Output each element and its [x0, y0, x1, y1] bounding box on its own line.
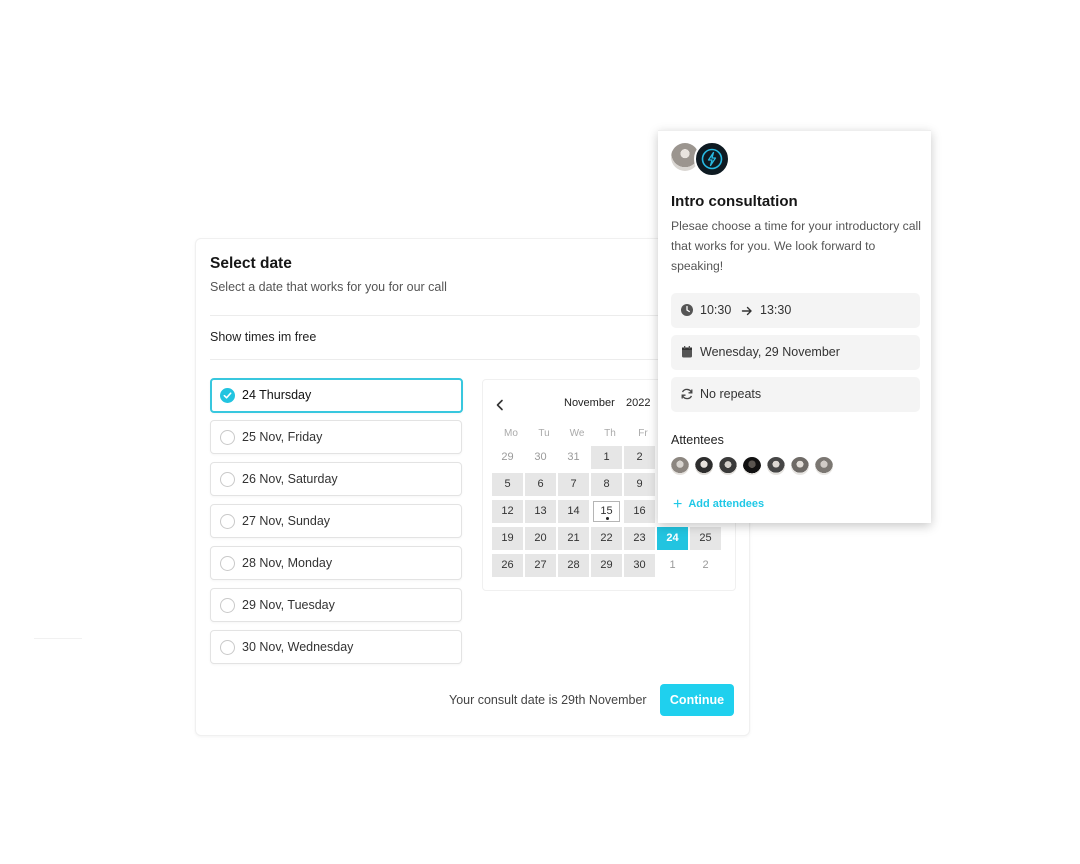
radio-button[interactable] — [220, 430, 235, 445]
calendar-day[interactable]: 30 — [624, 554, 655, 577]
weekday-label: Tu — [538, 428, 550, 439]
chevron-left-icon[interactable] — [493, 398, 507, 412]
calendar-day[interactable]: 22 — [591, 527, 622, 550]
date-option-label: 26 Nov, Saturday — [242, 472, 338, 486]
attendee-avatar[interactable] — [671, 457, 689, 475]
date-option-label: 24 Thursday — [242, 388, 312, 402]
radio-button[interactable] — [220, 556, 235, 571]
date-option-29[interactable]: 29 Nov, Tuesday — [210, 588, 462, 622]
consultation-date: Wenesday, 29 November — [700, 345, 840, 359]
card-subtitle: Select a date that works for you for our… — [210, 280, 447, 294]
calendar-month: November — [564, 397, 615, 409]
calendar-day-today[interactable]: 15 — [593, 501, 620, 522]
calendar-day[interactable]: 1 — [591, 446, 622, 469]
consultation-title: Intro consultation — [671, 193, 798, 210]
add-attendees-label: Add attendees — [688, 498, 765, 510]
time-end: 13:30 — [760, 303, 792, 317]
calendar-day[interactable]: 28 — [558, 554, 589, 577]
radio-button[interactable] — [220, 640, 235, 655]
arrow-right-icon — [741, 304, 753, 322]
date-option-label: 29 Nov, Tuesday — [242, 598, 335, 612]
calendar-day[interactable]: 16 — [624, 500, 655, 523]
date-field[interactable]: Wenesday, 29 November — [671, 335, 920, 370]
calendar-day[interactable]: 19 — [492, 527, 523, 550]
background-divider — [34, 638, 82, 639]
weekday-label: Th — [604, 428, 616, 439]
calendar-day-selected[interactable]: 24 — [657, 527, 688, 550]
check-icon — [220, 388, 235, 403]
attendees-label: Attentees — [671, 433, 724, 447]
calendar-day[interactable]: 5 — [492, 473, 523, 496]
consultation-card: Intro consultation Plesae choose a time … — [658, 130, 931, 523]
calendar-day[interactable]: 20 — [525, 527, 556, 550]
attendee-avatar[interactable] — [695, 457, 713, 475]
date-option-label: 27 Nov, Sunday — [242, 514, 331, 528]
date-option-label: 28 Nov, Monday — [242, 556, 333, 570]
calendar-day[interactable]: 8 — [591, 473, 622, 496]
attendee-avatar[interactable] — [743, 457, 761, 475]
date-option-24[interactable]: 24 Thursday — [210, 378, 463, 413]
time-range-field[interactable]: 10:30 13:30 — [671, 293, 920, 328]
consult-date-summary: Your consult date is 29th November — [449, 693, 647, 707]
calendar-day[interactable]: 14 — [558, 500, 589, 523]
time-start: 10:30 — [700, 303, 732, 317]
calendar-day[interactable]: 29 — [591, 554, 622, 577]
plus-icon: + — [673, 496, 683, 513]
calendar-day[interactable]: 12 — [492, 500, 523, 523]
weekday-label: We — [569, 428, 585, 439]
date-option-30[interactable]: 30 Nov, Wednesday — [210, 630, 462, 664]
show-times-toggle[interactable]: Show times im free — [210, 330, 316, 344]
add-attendees-button[interactable]: + Add attendees — [673, 494, 765, 513]
radio-button[interactable] — [220, 514, 235, 529]
calendar-day[interactable]: 7 — [558, 473, 589, 496]
date-option-26[interactable]: 26 Nov, Saturday — [210, 462, 462, 496]
continue-button[interactable]: Continue — [660, 684, 734, 716]
consultation-description: Plesae choose a time for your introducto… — [671, 219, 921, 273]
date-option-28[interactable]: 28 Nov, Monday — [210, 546, 462, 580]
weekday-label: Mo — [504, 428, 518, 439]
lightning-icon — [694, 141, 730, 177]
calendar-day[interactable]: 29 — [492, 446, 523, 469]
clock-icon — [680, 303, 694, 317]
attendee-avatar[interactable] — [815, 457, 833, 475]
calendar-day[interactable]: 30 — [525, 446, 556, 469]
calendar-year: 2022 — [626, 397, 651, 409]
date-option-25[interactable]: 25 Nov, Friday — [210, 420, 462, 454]
calendar-day[interactable]: 26 — [492, 554, 523, 577]
radio-button[interactable] — [220, 472, 235, 487]
calendar-day[interactable]: 1 — [657, 554, 688, 577]
calendar-icon — [680, 345, 694, 359]
radio-button[interactable] — [220, 598, 235, 613]
date-option-27[interactable]: 27 Nov, Sunday — [210, 504, 462, 538]
repeat-label: No repeats — [700, 387, 762, 401]
calendar-day[interactable]: 2 — [690, 554, 721, 577]
repeat-field[interactable]: No repeats — [671, 377, 920, 412]
calendar-day[interactable]: 23 — [624, 527, 655, 550]
calendar-day[interactable]: 31 — [558, 446, 589, 469]
date-option-label: 25 Nov, Friday — [242, 430, 323, 444]
date-option-label: 30 Nov, Wednesday — [242, 640, 354, 654]
repeat-icon — [680, 387, 694, 401]
weekday-label: Fr — [638, 428, 648, 439]
calendar-day[interactable]: 21 — [558, 527, 589, 550]
today-dot — [606, 517, 609, 520]
card-title: Select date — [210, 255, 292, 272]
attendee-avatar[interactable] — [767, 457, 785, 475]
calendar-day-label: 15 — [600, 505, 613, 517]
calendar-day[interactable]: 27 — [525, 554, 556, 577]
calendar-day[interactable]: 13 — [525, 500, 556, 523]
calendar-day[interactable]: 2 — [624, 446, 655, 469]
calendar-day[interactable]: 9 — [624, 473, 655, 496]
attendee-avatar[interactable] — [791, 457, 809, 475]
divider — [210, 315, 660, 316]
divider — [210, 359, 660, 360]
attendee-avatar[interactable] — [719, 457, 737, 475]
calendar-day[interactable]: 25 — [690, 527, 721, 550]
calendar-day[interactable]: 6 — [525, 473, 556, 496]
